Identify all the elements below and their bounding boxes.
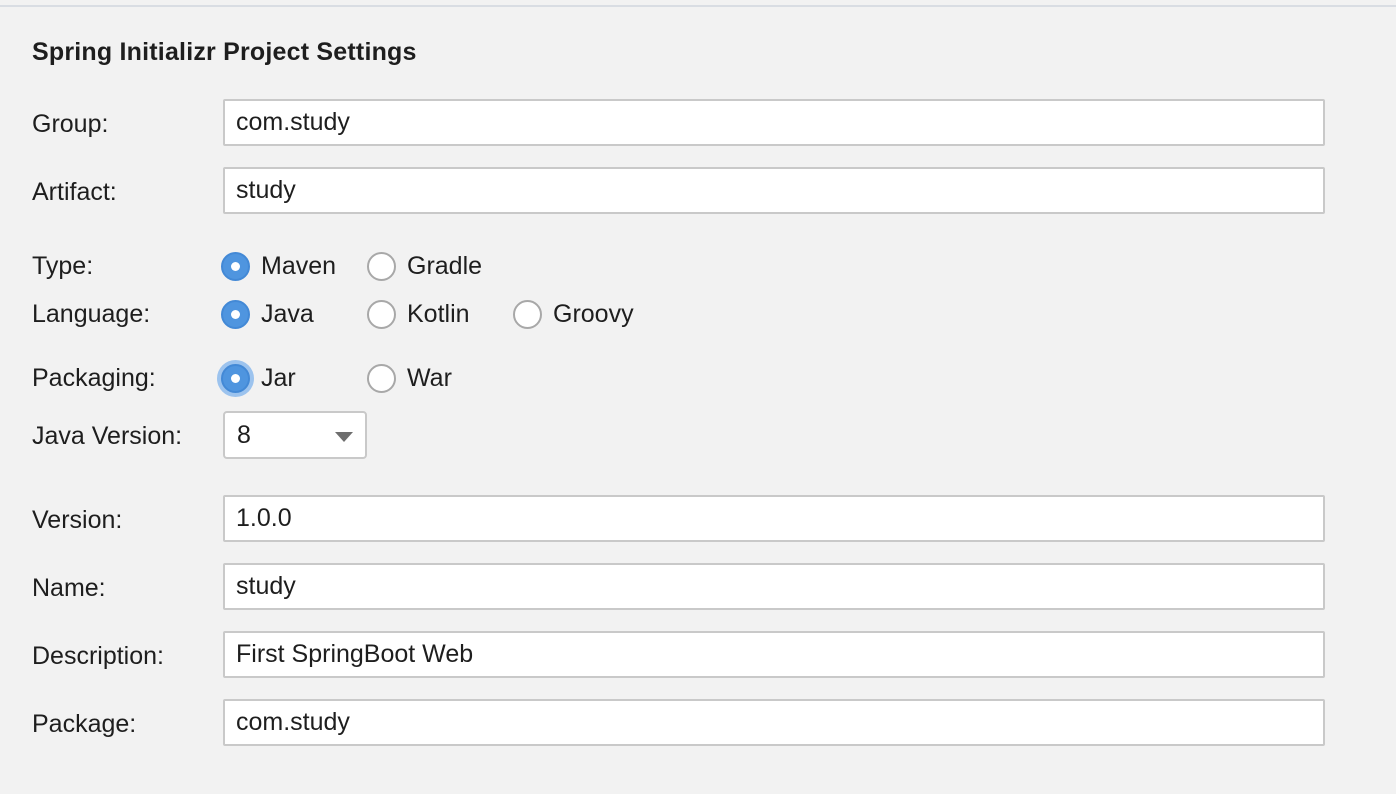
type-radio-gradle[interactable]: Gradle (367, 251, 482, 281)
packaging-radio-jar[interactable]: Jar (221, 363, 296, 393)
language-option-label: Java (261, 300, 314, 328)
artifact-label: Artifact: (32, 178, 117, 206)
artifact-input[interactable] (223, 167, 1325, 214)
radio-checked-icon (221, 251, 250, 281)
group-input[interactable] (223, 99, 1325, 146)
description-label: Description: (32, 642, 164, 670)
packaging-option-label: War (407, 364, 452, 392)
radio-unchecked-icon (367, 299, 396, 329)
radio-unchecked-icon (367, 251, 396, 281)
package-input[interactable] (223, 699, 1325, 746)
page-title: Spring Initializr Project Settings (32, 38, 417, 66)
packaging-label: Packaging: (32, 364, 156, 392)
type-option-label: Gradle (407, 252, 483, 280)
language-option-label: Groovy (553, 300, 634, 328)
type-label: Type: (32, 252, 94, 280)
description-input[interactable] (223, 631, 1325, 678)
language-radio-kotlin[interactable]: Kotlin (367, 299, 470, 329)
package-label: Package: (32, 710, 137, 738)
version-label: Version: (32, 506, 123, 534)
language-radio-groovy[interactable]: Groovy (513, 299, 634, 329)
language-label: Language: (32, 300, 151, 328)
type-option-label: Maven (261, 252, 337, 280)
packaging-radio-war[interactable]: War (367, 363, 452, 393)
packaging-option-label: Jar (261, 364, 296, 392)
java-version-select[interactable]: 8 (223, 411, 367, 459)
type-radio-maven[interactable]: Maven (221, 251, 336, 281)
language-radio-java[interactable]: Java (221, 299, 314, 329)
name-label: Name: (32, 574, 106, 602)
java-version-value: 8 (237, 420, 251, 449)
name-input[interactable] (223, 563, 1325, 610)
chevron-down-icon (335, 432, 353, 442)
radio-unchecked-icon (513, 299, 542, 329)
version-input[interactable] (223, 495, 1325, 542)
java-version-label: Java Version: (32, 422, 183, 450)
group-label: Group: (32, 110, 109, 138)
radio-checked-icon (221, 363, 250, 393)
radio-checked-icon (221, 299, 250, 329)
radio-unchecked-icon (367, 363, 396, 393)
language-option-label: Kotlin (407, 300, 470, 328)
top-divider (0, 0, 1396, 7)
